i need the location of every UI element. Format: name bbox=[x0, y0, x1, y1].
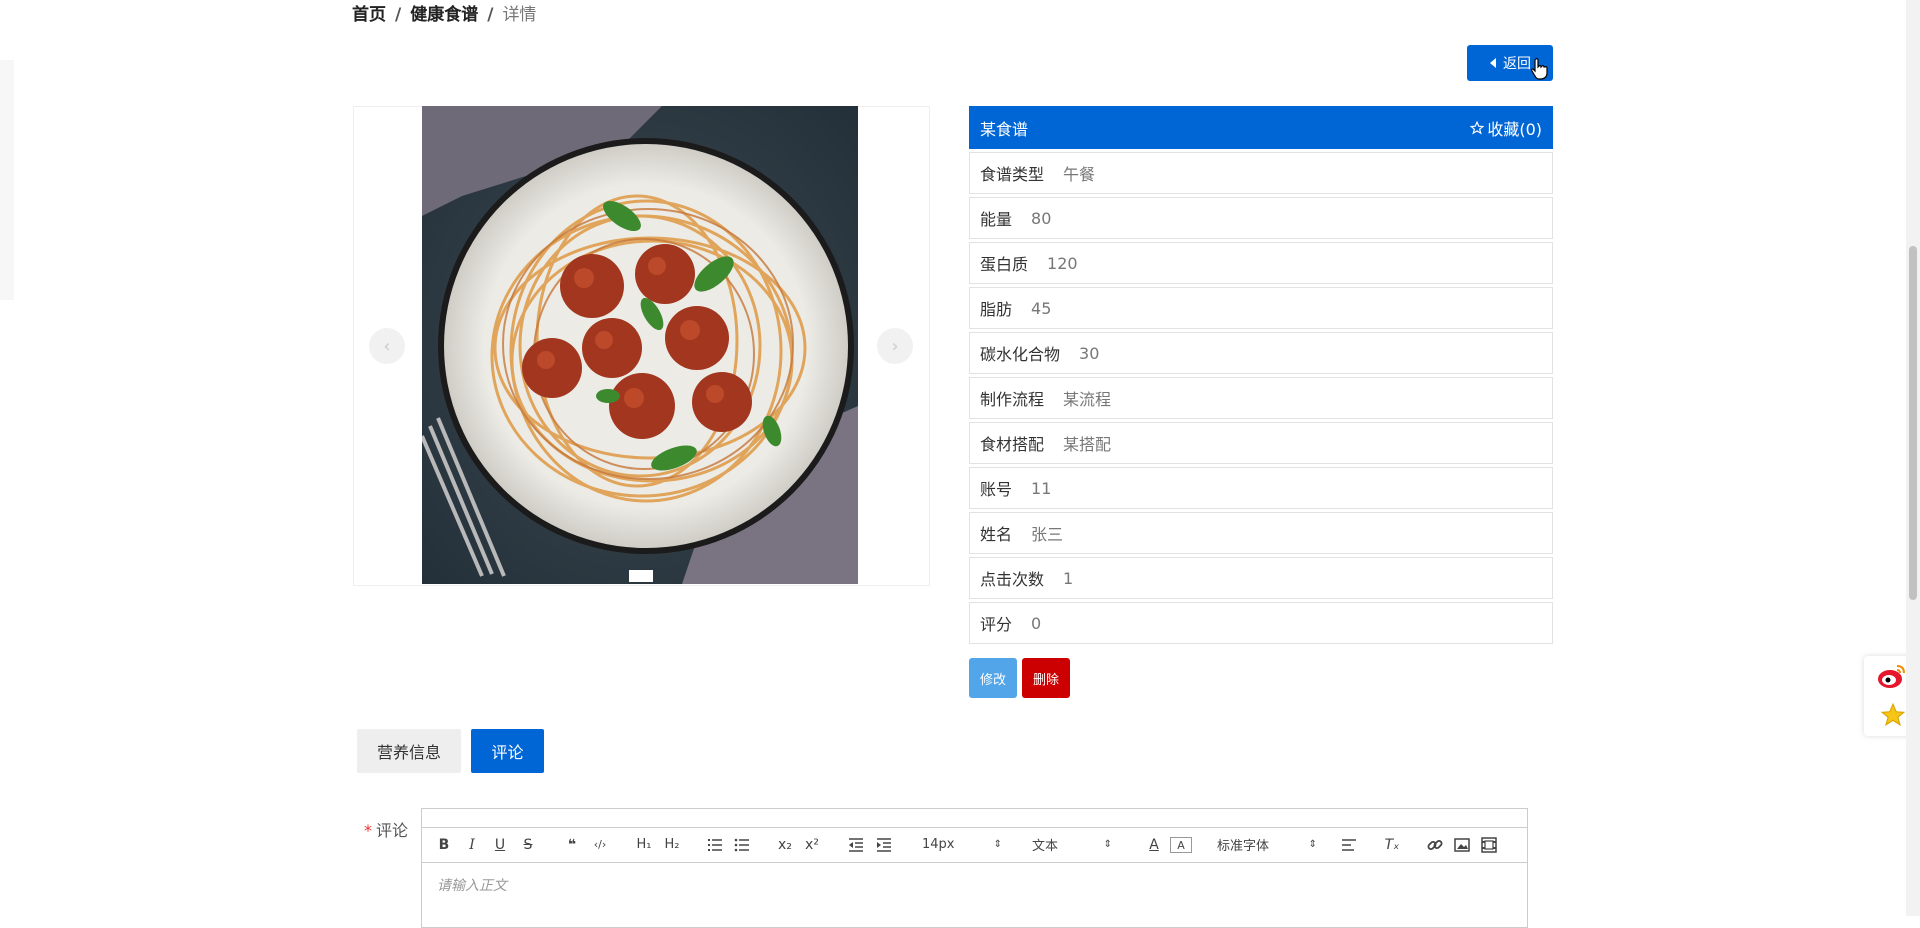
heading1-button[interactable]: H₁ bbox=[632, 827, 656, 862]
carousel-prev-button[interactable]: ‹ bbox=[369, 328, 405, 364]
favorite-button[interactable]: 收藏(0) bbox=[1470, 116, 1542, 140]
field-row: 碳水化合物 30 bbox=[969, 332, 1553, 374]
breadcrumb-current: 详情 bbox=[502, 5, 537, 25]
comment-label-text: 评论 bbox=[376, 821, 409, 840]
carousel-next-button[interactable]: › bbox=[877, 328, 913, 364]
caret-left-icon bbox=[1490, 58, 1496, 68]
strike-button[interactable]: S bbox=[518, 827, 538, 862]
underline-button[interactable]: U bbox=[490, 827, 510, 862]
field-label: 能量 bbox=[980, 210, 1013, 229]
favorite-label: 收藏(0) bbox=[1487, 119, 1542, 139]
code-icon[interactable]: ‹/› bbox=[590, 827, 610, 862]
editor-toolbar: B I U S ❝ ‹/› H₁ H₂ x₂ x² 14px ⇕ 文本 ⇕ A A … bbox=[422, 827, 1527, 863]
field-value: 11 bbox=[1031, 478, 1052, 498]
star-outline-icon bbox=[1470, 120, 1485, 135]
tab-comment[interactable]: 评论 bbox=[471, 729, 544, 773]
field-row: 制作流程 某流程 bbox=[969, 377, 1553, 419]
field-value: 某流程 bbox=[1063, 390, 1112, 409]
left-edge-panel bbox=[0, 60, 14, 300]
link-icon[interactable] bbox=[1425, 827, 1445, 862]
font-family-value: 标准字体 bbox=[1217, 839, 1270, 854]
updown-icon: ⇕ bbox=[1103, 839, 1112, 850]
field-value: 30 bbox=[1079, 343, 1100, 363]
field-value: 1 bbox=[1063, 568, 1074, 588]
field-label: 脂肪 bbox=[980, 300, 1013, 319]
field-value: 80 bbox=[1031, 208, 1052, 228]
field-label: 食材搭配 bbox=[980, 435, 1045, 454]
breadcrumb: 首页 / 健康食谱 / 详情 bbox=[352, 0, 536, 25]
field-row: 评分 0 bbox=[969, 602, 1553, 644]
image-icon[interactable] bbox=[1452, 827, 1472, 862]
field-value: 某搭配 bbox=[1063, 435, 1112, 454]
ordered-list-icon[interactable] bbox=[705, 827, 725, 862]
field-value: 张三 bbox=[1031, 525, 1064, 544]
field-value: 120 bbox=[1047, 253, 1078, 273]
heading2-button[interactable]: H₂ bbox=[660, 827, 684, 862]
delete-button[interactable]: 删除 bbox=[1022, 658, 1070, 698]
updown-icon: ⇕ bbox=[1308, 839, 1317, 850]
field-row: 食谱类型 午餐 bbox=[969, 152, 1553, 194]
field-row: 能量 80 bbox=[969, 197, 1553, 239]
text-color-icon[interactable]: A bbox=[1144, 827, 1164, 862]
hand-cursor-icon bbox=[1531, 57, 1549, 80]
field-row: 食材搭配 某搭配 bbox=[969, 422, 1553, 464]
align-icon[interactable] bbox=[1339, 827, 1359, 862]
star-icon[interactable] bbox=[1880, 702, 1906, 732]
breadcrumb-home[interactable]: 首页 bbox=[352, 5, 386, 25]
breadcrumb-section[interactable]: 健康食谱 bbox=[410, 5, 478, 25]
back-button-label: 返回 bbox=[1503, 56, 1531, 72]
field-label: 姓名 bbox=[980, 525, 1013, 544]
breadcrumb-separator: / bbox=[487, 5, 494, 25]
indent-icon[interactable] bbox=[874, 827, 894, 862]
recipe-title: 某食谱 bbox=[980, 119, 1029, 139]
field-value: 0 bbox=[1031, 613, 1042, 633]
field-label: 蛋白质 bbox=[980, 255, 1029, 274]
field-label: 制作流程 bbox=[980, 390, 1045, 409]
font-size-value: 14px bbox=[922, 837, 955, 852]
background-color-icon[interactable]: A bbox=[1170, 837, 1192, 853]
field-value: 午餐 bbox=[1063, 165, 1096, 184]
field-value: 45 bbox=[1031, 298, 1052, 318]
font-family-select[interactable]: 标准字体 ⇕ bbox=[1217, 827, 1317, 862]
font-size-select[interactable]: 14px ⇕ bbox=[922, 827, 1002, 862]
field-row: 蛋白质 120 bbox=[969, 242, 1553, 284]
comment-label: * 评论 bbox=[364, 817, 408, 841]
editor-top-border bbox=[422, 809, 1527, 828]
bullet-list-icon[interactable] bbox=[732, 827, 752, 862]
scrollbar-thumb[interactable] bbox=[1909, 246, 1917, 600]
breadcrumb-separator: / bbox=[395, 5, 402, 25]
recipe-header: 某食谱 收藏(0) bbox=[969, 106, 1553, 149]
subscript-button[interactable]: x₂ bbox=[775, 827, 795, 862]
recipe-photo bbox=[422, 106, 858, 584]
rich-text-editor[interactable]: B I U S ❝ ‹/› H₁ H₂ x₂ x² 14px ⇕ 文本 ⇕ A A … bbox=[421, 808, 1528, 928]
field-label: 食谱类型 bbox=[980, 165, 1045, 184]
clear-format-icon[interactable]: Tₓ bbox=[1382, 827, 1402, 862]
field-label: 账号 bbox=[980, 480, 1013, 499]
outdent-icon[interactable] bbox=[846, 827, 866, 862]
superscript-button[interactable]: x² bbox=[802, 827, 822, 862]
chevron-left-icon: ‹ bbox=[383, 335, 391, 357]
block-format-select[interactable]: 文本 ⇕ bbox=[1032, 827, 1112, 862]
chevron-right-icon: › bbox=[891, 335, 899, 357]
tab-nutrition[interactable]: 营养信息 bbox=[357, 729, 461, 773]
required-mark: * bbox=[364, 821, 372, 840]
field-label: 点击次数 bbox=[980, 570, 1045, 589]
field-row: 姓名 张三 bbox=[969, 512, 1553, 554]
block-format-value: 文本 bbox=[1032, 839, 1059, 854]
carousel-indicator[interactable] bbox=[629, 570, 653, 582]
field-label: 评分 bbox=[980, 615, 1013, 634]
blockquote-icon[interactable]: ❝ bbox=[562, 827, 582, 862]
edit-button[interactable]: 修改 bbox=[969, 658, 1017, 698]
field-row: 账号 11 bbox=[969, 467, 1553, 509]
field-row: 脂肪 45 bbox=[969, 287, 1553, 329]
editor-placeholder: 请输入正文 bbox=[437, 878, 507, 894]
weibo-icon[interactable] bbox=[1877, 662, 1907, 694]
field-row: 点击次数 1 bbox=[969, 557, 1553, 599]
video-icon[interactable] bbox=[1479, 827, 1499, 862]
italic-button[interactable]: I bbox=[462, 827, 482, 862]
field-label: 碳水化合物 bbox=[980, 345, 1061, 364]
updown-icon: ⇕ bbox=[993, 839, 1002, 850]
bold-button[interactable]: B bbox=[434, 827, 454, 862]
